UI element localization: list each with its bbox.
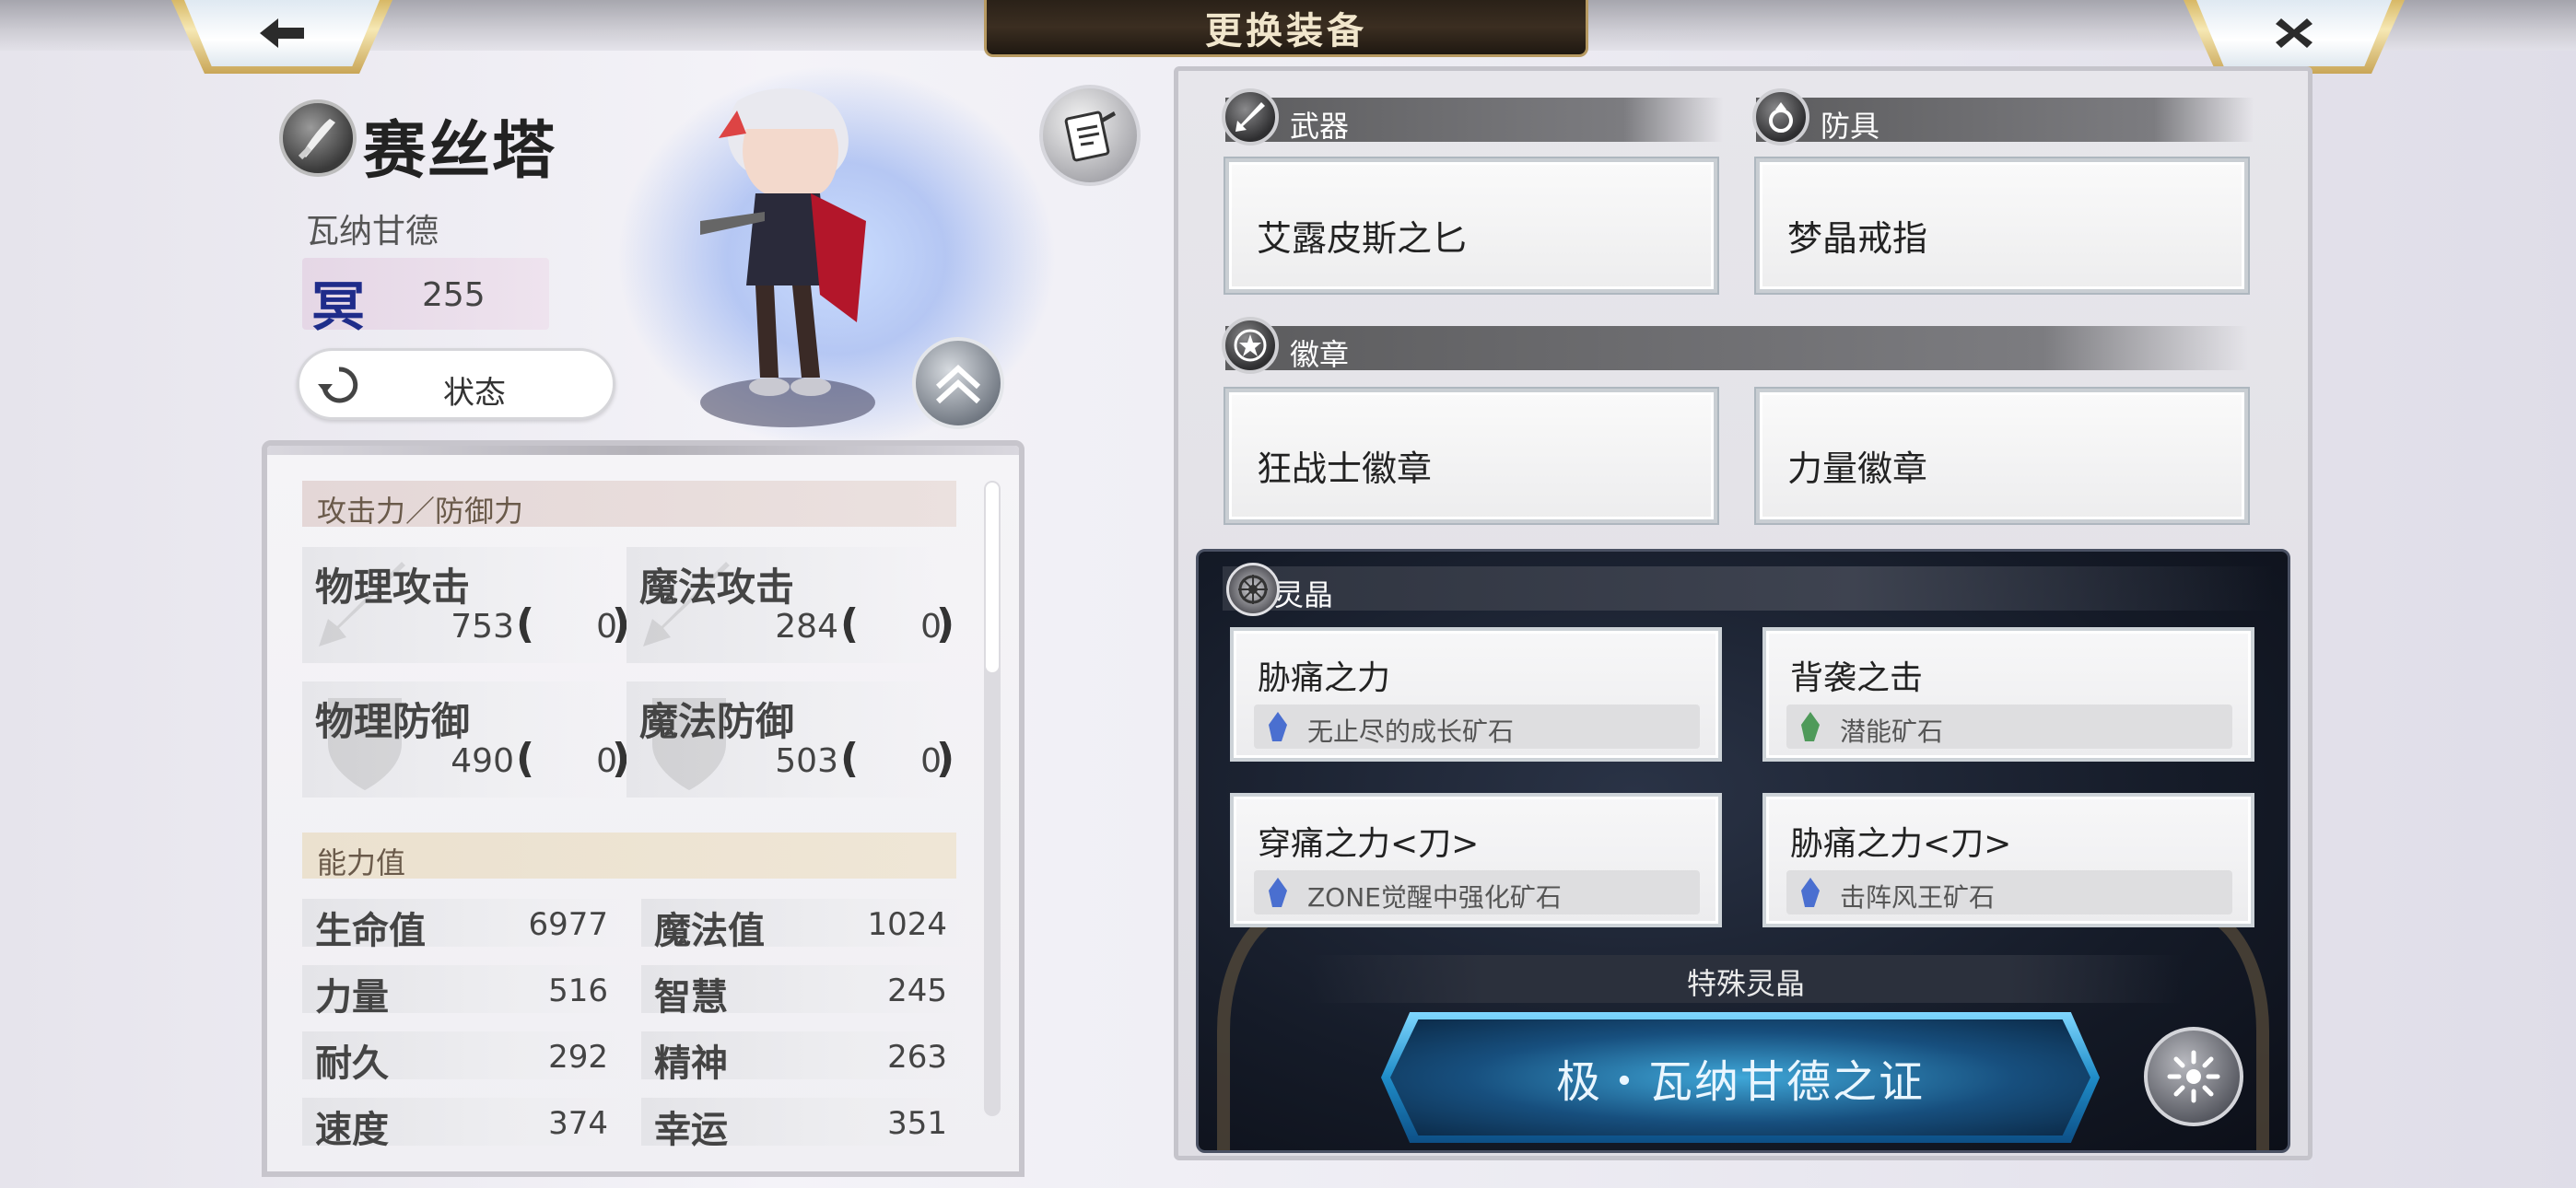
stat-name: 物理攻击 — [315, 565, 471, 610]
crystal-wheel-icon — [1226, 563, 1280, 616]
ability-row: 速度 374 — [302, 1098, 626, 1151]
scrollbar-thumb[interactable] — [986, 483, 999, 672]
stat-name: 魔法防御 — [639, 699, 795, 744]
stat-value: 753 — [451, 608, 514, 646]
stat-physical-attack: 物理攻击 753 ( 0 ) — [302, 547, 630, 663]
weapon-header: 武器 — [1225, 98, 1723, 144]
stats-panel: 攻击力／防御力 物理攻击 753 ( 0 ) 魔法攻击 284 ( 0 ) 物理… — [262, 440, 1025, 1177]
back-arrow-icon — [260, 18, 304, 48]
ore-name: 击阵风王矿石 — [1840, 882, 1996, 913]
special-crystal-label: 特殊灵晶 — [1309, 955, 2183, 1003]
ability-row: 耐久 292 — [302, 1031, 626, 1085]
back-button[interactable] — [171, 0, 392, 74]
badge-slot-1[interactable]: 狂战士徽章 — [1225, 389, 1717, 523]
crystal-name: 胁痛之力 — [1258, 659, 1391, 697]
ability-row: 生命值 6977 — [302, 899, 626, 952]
ability-row: 智慧 245 — [641, 965, 966, 1019]
memo-button[interactable] — [1039, 85, 1141, 186]
ore-row: 击阵风王矿石 — [1786, 870, 2232, 914]
ability-row: 精神 263 — [641, 1031, 966, 1085]
crystal-slot-3[interactable]: 穿痛之力<刀> ZONE觉醒中强化矿石 — [1230, 793, 1722, 927]
ability-row: 幸运 351 — [641, 1098, 966, 1151]
ability-row: 力量 516 — [302, 965, 626, 1019]
special-crystal-name: 极・瓦纳甘德之证 — [1390, 1019, 2090, 1136]
memo-icon — [1064, 111, 1116, 162]
armor-slot[interactable]: 梦晶戒指 — [1756, 158, 2248, 293]
weapon-type-icon — [279, 99, 357, 177]
crystal-slot-2[interactable]: 背袭之击 潜能矿石 — [1762, 627, 2254, 762]
weapon-slot[interactable]: 艾露皮斯之匕 — [1225, 158, 1717, 293]
star-badge-icon — [1222, 317, 1279, 374]
status-button[interactable]: 状态 — [297, 348, 615, 420]
stat-value: 284 — [775, 608, 838, 646]
crystal-slot-1[interactable]: 胁痛之力 无止尽的成长矿石 — [1230, 627, 1722, 762]
armor-item-name: 梦晶戒指 — [1787, 218, 1928, 259]
page-title: 更换装备 — [984, 0, 1588, 57]
badge-header: 徽章 — [1225, 326, 2248, 372]
badge-item-name: 力量徽章 — [1787, 448, 1928, 489]
green-ore-icon — [1801, 712, 1820, 741]
special-crystal-slot[interactable]: 极・瓦纳甘德之证 — [1381, 1012, 2100, 1143]
stat-bonus: 0 — [596, 608, 617, 646]
level-value: 255 — [422, 276, 486, 314]
stat-bonus: 0 — [596, 742, 617, 780]
character-name: 赛丝塔 — [363, 115, 557, 188]
stat-value: 490 — [451, 742, 514, 780]
double-chevron-up-icon — [935, 364, 981, 404]
armor-header: 防具 — [1756, 98, 2254, 144]
stat-bonus: 0 — [920, 608, 942, 646]
ore-row: 潜能矿石 — [1786, 705, 2232, 749]
stat-value: 503 — [775, 742, 838, 780]
blue-ore-icon — [1269, 878, 1287, 907]
blue-ore-icon — [1269, 712, 1287, 741]
burst-icon — [2167, 1050, 2220, 1103]
stat-magic-attack: 魔法攻击 284 ( 0 ) — [626, 547, 954, 663]
weapon-item-name: 艾露皮斯之匕 — [1257, 218, 1468, 259]
stat-magic-defense: 魔法防御 503 ( 0 ) — [626, 681, 954, 798]
stat-bonus: 0 — [920, 742, 942, 780]
badge-slot-2[interactable]: 力量徽章 — [1756, 389, 2248, 523]
attack-defense-header: 攻击力／防御力 — [302, 481, 956, 529]
badge-item-name: 狂战士徽章 — [1257, 448, 1433, 489]
crystal-panel: 灵晶 胁痛之力 无止尽的成长矿石 背袭之击 潜能矿石 穿痛之力<刀> ZONE觉… — [1196, 549, 2290, 1153]
crystal-name: 穿痛之力<刀> — [1258, 825, 1480, 863]
character-portrait — [700, 88, 866, 396]
ring-icon — [1752, 88, 1809, 146]
sword-icon — [1222, 88, 1279, 146]
ore-row: ZONE觉醒中强化矿石 — [1254, 870, 1700, 914]
stat-name: 物理防御 — [315, 699, 471, 744]
stat-name: 魔法攻击 — [639, 565, 795, 610]
close-button[interactable] — [2184, 0, 2405, 74]
stats-scrollbar[interactable] — [984, 481, 1001, 1116]
stat-physical-defense: 物理防御 490 ( 0 ) — [302, 681, 630, 798]
close-icon — [2276, 18, 2313, 48]
character-affiliation: 瓦纳甘德 — [306, 213, 439, 250]
crystal-header: 灵晶 — [1223, 566, 2273, 612]
level-rank-glyph: 冥 — [311, 275, 366, 338]
ability-header: 能力值 — [302, 833, 956, 880]
ability-row: 魔法值 1024 — [641, 899, 966, 952]
ore-name: 潜能矿石 — [1840, 716, 1944, 747]
burst-button[interactable] — [2144, 1027, 2243, 1126]
expand-up-button[interactable] — [912, 337, 1004, 429]
status-button-label: 状态 — [443, 375, 506, 412]
crystal-slot-4[interactable]: 胁痛之力<刀> 击阵风王矿石 — [1762, 793, 2254, 927]
ore-row: 无止尽的成长矿石 — [1254, 705, 1700, 749]
crystal-name: 背袭之击 — [1790, 659, 1924, 697]
blue-ore-icon — [1801, 878, 1820, 907]
crystal-name: 胁痛之力<刀> — [1790, 825, 2012, 863]
ore-name: 无止尽的成长矿石 — [1307, 716, 1515, 747]
ore-name: ZONE觉醒中强化矿石 — [1307, 882, 1562, 913]
